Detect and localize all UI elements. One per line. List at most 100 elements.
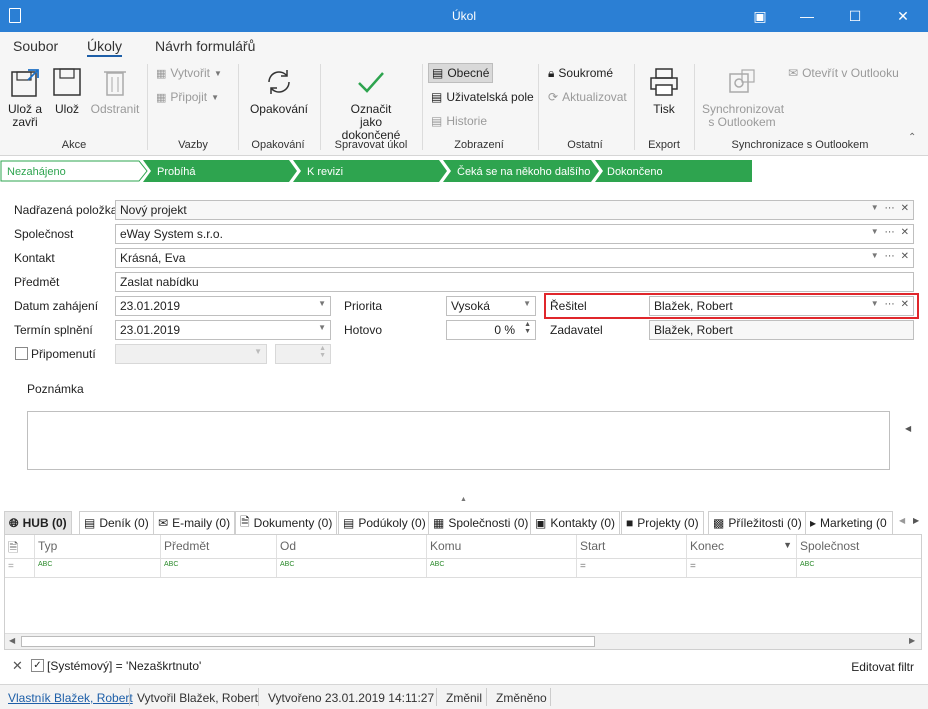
chevron-down-icon[interactable]: ▼ — [523, 299, 531, 308]
filter-cell[interactable]: ABC — [797, 559, 921, 577]
tab-denik[interactable]: ▤ Deník (0) — [79, 511, 154, 534]
save-button[interactable]: Ulož — [50, 66, 84, 116]
filter-enabled-checkbox[interactable]: ✓ — [31, 659, 44, 672]
refresh-button[interactable]: ⟳ Aktualizovat — [545, 87, 630, 107]
clear-icon[interactable]: ✕ — [901, 251, 909, 262]
delete-button[interactable]: Odstranit — [90, 66, 140, 116]
column-predmet[interactable]: Předmět — [161, 535, 277, 558]
chevron-down-icon[interactable]: ▼ — [318, 299, 326, 308]
owner-link[interactable]: Vlastník Blažek, Robert — [8, 691, 133, 705]
created-at: Vytvořeno 23.01.2019 14:11:27 — [268, 691, 435, 705]
reminder-date-field[interactable]: ▼ — [115, 344, 267, 364]
group-vazby-label: Vazby — [178, 139, 208, 151]
start-date-field[interactable]: 23.01.2019 ▼ — [115, 296, 331, 316]
spin-up-icon[interactable]: ▲ — [524, 321, 531, 328]
menu-soubor[interactable]: Soubor — [13, 38, 58, 54]
tab-spolecnosti[interactable]: ▦ Společnosti (0) — [428, 511, 534, 534]
solver-field[interactable]: Blažek, Robert ▼ ⋯ ✕ — [649, 296, 914, 316]
tab-marketing[interactable]: ▸ Marketing (0 — [805, 511, 893, 534]
reminder-time-field[interactable]: ▲ ▼ — [275, 344, 331, 364]
tab-kontakty[interactable]: ▣ Kontakty (0) — [530, 511, 621, 534]
filter-cell[interactable]: ABC — [161, 559, 277, 577]
more-icon[interactable]: ⋯ — [885, 251, 895, 262]
filter-cell[interactable]: = — [577, 559, 687, 577]
column-typ[interactable]: Typ — [35, 535, 161, 558]
view-history-button[interactable]: ▤ Historie — [428, 111, 490, 131]
splitter-arrow-icon[interactable]: ▲ — [460, 496, 467, 503]
chevron-down-icon[interactable]: ▼ — [871, 299, 879, 310]
clear-icon[interactable]: ✕ — [901, 203, 909, 214]
view-user-fields-button[interactable]: ▤ Uživatelská pole — [428, 87, 537, 107]
company-field[interactable]: eWay System s.r.o. ▼ ⋯ ✕ — [115, 224, 914, 244]
more-icon[interactable]: ⋯ — [885, 203, 895, 214]
more-icon[interactable]: ⋯ — [885, 299, 895, 310]
close-button[interactable]: ✕ — [880, 0, 926, 32]
horizontal-scrollbar[interactable]: ◀ ▶ — [5, 633, 921, 649]
subject-field[interactable]: Zaslat nabídku — [115, 272, 914, 292]
tab-prilezitosti[interactable]: ▩ Příležitosti (0) — [708, 511, 807, 534]
menu-ukoly[interactable]: Úkoly — [87, 38, 123, 57]
maximize-button[interactable]: ☐ — [832, 0, 878, 32]
chevron-down-icon[interactable]: ▼ — [871, 227, 879, 238]
sync-outlook-button[interactable]: Synchronizovat s Outlookem — [700, 66, 784, 129]
edit-filter-button[interactable]: Editovat filtr — [851, 660, 914, 674]
due-date-field[interactable]: 23.01.2019 ▼ — [115, 320, 331, 340]
filter-cell[interactable]: ABC — [35, 559, 161, 577]
attachment-column-icon[interactable]: 🗎︎ — [5, 535, 35, 558]
filter-cell[interactable]: ABC — [427, 559, 577, 577]
sync-outlook-label: Synchronizovat s Outlookem — [702, 102, 785, 129]
spin-down-icon[interactable]: ▼ — [524, 328, 531, 335]
column-start[interactable]: Start — [577, 535, 687, 558]
open-outlook-button[interactable]: ✉ Otevřít v Outlooku — [785, 63, 902, 83]
requester-field[interactable]: Blažek, Robert — [649, 320, 914, 340]
clear-icon[interactable]: ✕ — [901, 227, 909, 238]
column-spolecnost[interactable]: Společnost — [797, 535, 921, 558]
tab-hub[interactable]: 🌐︎ HUB (0) — [4, 511, 72, 534]
tab-dokumenty[interactable]: 🗎︎ Dokumenty (0) — [235, 511, 338, 534]
scroll-left-icon[interactable]: ◀ — [9, 636, 15, 645]
tab-emaily[interactable]: ✉ E-maily (0) — [153, 511, 236, 534]
recurrence-button[interactable]: Opakování — [248, 66, 310, 116]
filter-cell[interactable]: = — [5, 559, 35, 577]
priority-value: Vysoká — [451, 299, 490, 313]
side-panel-arrow-icon[interactable]: ◀ — [905, 424, 911, 433]
chevron-down-icon[interactable]: ▼ — [318, 323, 326, 332]
scroll-right-icon[interactable]: ▶ — [909, 636, 915, 645]
menu-navrh-formularu[interactable]: Návrh formulářů — [155, 38, 255, 54]
print-button[interactable]: Tisk — [644, 66, 684, 116]
mark-complete-button[interactable]: Označit jako dokončené — [330, 66, 412, 142]
minimize-button[interactable]: — — [784, 0, 830, 32]
private-button[interactable]: 🔒︎ Soukromé — [545, 63, 616, 83]
column-od[interactable]: Od — [277, 535, 427, 558]
parent-field[interactable]: Nový projekt ▼ ⋯ ✕ — [115, 200, 914, 220]
chevron-down-icon[interactable]: ▼ — [871, 251, 879, 262]
tabs-scroll-left-icon[interactable]: ◀ — [899, 516, 905, 525]
group-akce-label: Akce — [61, 139, 87, 151]
contact-field[interactable]: Krásná, Eva ▼ ⋯ ✕ — [115, 248, 914, 268]
clear-icon[interactable]: ✕ — [901, 299, 909, 310]
create-link-button[interactable]: ▦ Vytvořit ▼ — [153, 63, 225, 83]
contact-card-icon: ▣ — [535, 516, 547, 530]
note-textarea[interactable] — [27, 411, 890, 470]
megaphone-icon: ▸ — [810, 516, 817, 530]
tab-podukoly[interactable]: ▤ Podúkoly (0) — [338, 511, 431, 534]
attach-link-button[interactable]: ▦ Připojit ▼ — [153, 87, 222, 107]
reminder-checkbox[interactable] — [15, 347, 28, 360]
tab-projekty[interactable]: ■ Projekty (0) — [621, 511, 704, 534]
chevron-down-icon[interactable]: ▼ — [871, 203, 879, 214]
journal-icon: ▤ — [84, 516, 96, 530]
priority-field[interactable]: Vysoká ▼ — [446, 296, 536, 316]
fullscreen-button[interactable]: ▣ — [737, 0, 783, 32]
filter-cell[interactable]: = — [687, 559, 797, 577]
tabs-scroll-right-icon[interactable]: ▶ — [913, 516, 919, 525]
clear-filter-icon[interactable]: ✕ — [12, 658, 23, 674]
scrollbar-thumb[interactable] — [21, 636, 595, 647]
view-general-button[interactable]: ▤ Obecné — [428, 63, 494, 83]
save-close-button[interactable]: Ulož a zavři — [4, 66, 46, 129]
collapse-ribbon-icon[interactable]: ⌃ — [908, 132, 916, 143]
column-komu[interactable]: Komu — [427, 535, 577, 558]
filter-cell[interactable]: ABC — [277, 559, 427, 577]
column-konec[interactable]: Konec ▼ — [687, 535, 797, 558]
done-field[interactable]: 0 % ▲ ▼ — [446, 320, 536, 340]
more-icon[interactable]: ⋯ — [885, 227, 895, 238]
